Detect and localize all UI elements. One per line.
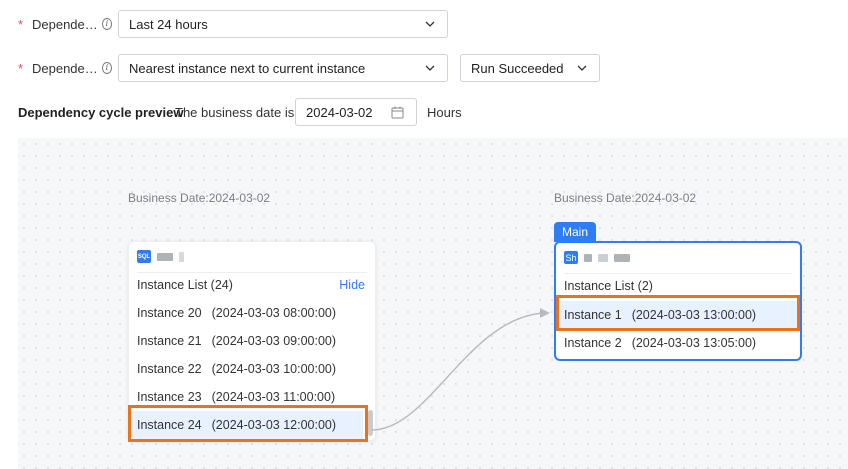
divider: [137, 272, 367, 273]
upstream-node-header: SQL: [137, 250, 184, 263]
business-date-label: The business date is: [175, 105, 295, 120]
required-marker: *: [18, 60, 24, 76]
main-node[interactable]: Sh Instance List (2) Instance 1 (2024-03-…: [554, 241, 802, 361]
dependency-range-label: Depende… i: [32, 17, 112, 32]
chevron-down-icon: [425, 21, 435, 27]
redacted-node-name: [584, 253, 592, 262]
dependency-preview-title: Dependency cycle preview: [18, 105, 184, 120]
dependency-instance-value: Nearest instance next to current instanc…: [129, 60, 366, 76]
main-tag: Main: [554, 222, 597, 242]
redacted-node-name: [614, 253, 630, 262]
shell-icon: Sh: [564, 251, 578, 264]
form-row-dependency-range: * Depende… i: [18, 10, 112, 38]
main-instance-list-header: Instance List (2): [564, 279, 790, 293]
calendar-icon: [391, 106, 404, 119]
dependency-instance-select[interactable]: Nearest instance next to current instanc…: [118, 54, 448, 82]
business-date-picker[interactable]: 2024-03-02: [295, 98, 417, 126]
redacted-node-name: [157, 252, 173, 261]
run-status-value: Run Succeeded: [471, 60, 564, 76]
sql-icon: SQL: [137, 250, 151, 263]
main-business-date: Business Date:2024-03-02: [554, 191, 697, 205]
dependency-instance-label: Depende… i: [32, 61, 112, 76]
redacted-node-name: [598, 253, 608, 262]
instance-list-title: Instance List (2): [564, 279, 653, 293]
form-row-dependency-instance: * Depende… i: [18, 54, 112, 82]
main-node-header: Sh: [564, 251, 630, 264]
instance-row[interactable]: Instance 23 (2024-03-03 11:00:00): [129, 383, 375, 411]
instance-row-selected[interactable]: Instance 24 (2024-03-03 12:00:00): [129, 411, 363, 439]
chevron-down-icon: [577, 65, 587, 71]
run-status-select[interactable]: Run Succeeded: [460, 54, 600, 82]
instance-row[interactable]: Instance 22 (2024-03-03 10:00:00): [129, 355, 375, 383]
instance-list-title: Instance List (24): [137, 278, 233, 292]
instance-row-selected[interactable]: Instance 1 (2024-03-03 13:00:00): [556, 301, 800, 329]
chevron-down-icon: [425, 65, 435, 71]
instance-row[interactable]: Instance 20 (2024-03-03 08:00:00): [129, 299, 375, 327]
dependency-range-select[interactable]: Last 24 hours: [118, 10, 448, 38]
instance-row[interactable]: Instance 21 (2024-03-03 09:00:00): [129, 327, 375, 355]
hours-unit-label: Hours: [427, 105, 462, 120]
business-date-value: 2024-03-02: [306, 104, 373, 120]
required-marker: *: [18, 16, 24, 32]
upstream-instance-list-header: Instance List (24) Hide: [137, 278, 365, 292]
info-icon[interactable]: i: [101, 62, 112, 74]
info-icon[interactable]: i: [101, 18, 112, 30]
upstream-business-date: Business Date:2024-03-02: [128, 191, 271, 205]
dependency-range-value: Last 24 hours: [129, 16, 208, 32]
divider: [564, 273, 792, 274]
redacted-node-name: [179, 251, 184, 262]
scrollbar-thumb[interactable]: [368, 410, 373, 436]
upstream-node[interactable]: SQL Instance List (24) Hide Instance 20(…: [128, 241, 376, 441]
instance-row[interactable]: Instance 2 (2024-03-03 13:05:00): [556, 329, 800, 357]
hide-link[interactable]: Hide: [339, 278, 365, 292]
